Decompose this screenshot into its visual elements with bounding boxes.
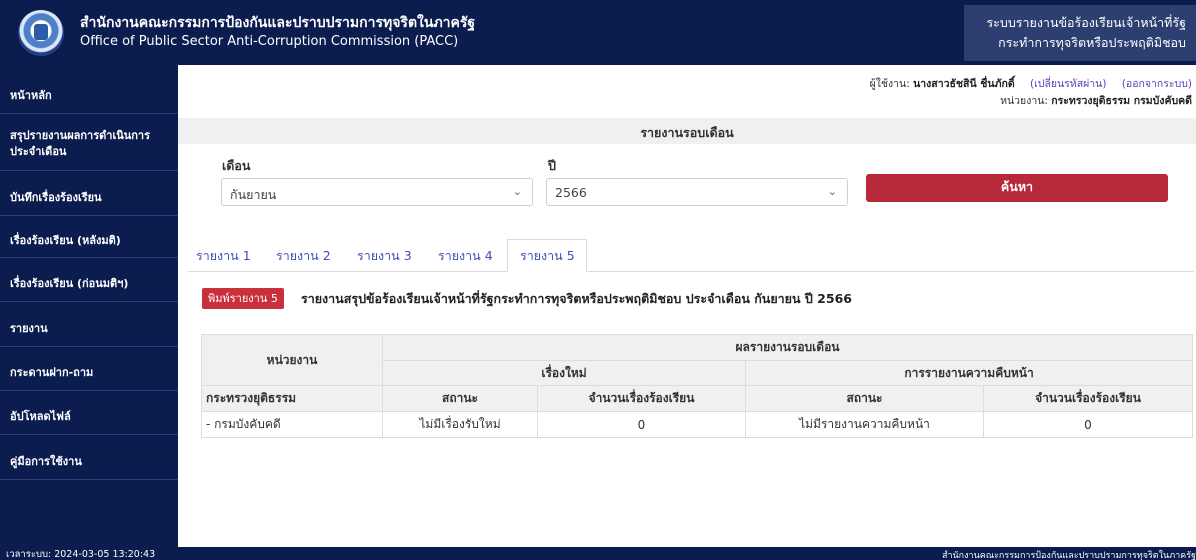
header-new-status: สถานะ [382, 385, 538, 412]
server-time: เวลาระบบ: 2024-03-05 13:20:43 [6, 549, 156, 560]
month-select[interactable]: กันยายน ⌄ [221, 178, 533, 206]
report-band-title: รายงานรอบเดือน [640, 125, 734, 140]
sidebar-divider [0, 257, 178, 258]
row-new-status: ไม่มีเรื่องรับใหม่ [382, 411, 538, 438]
footer-text: สำนักงานคณะกรรมการป้องกันและปราบปรามการท… [941, 551, 1196, 560]
search-button[interactable]: ค้นหา [866, 174, 1168, 202]
sidebar: หน้าหลัก สรุปรายงานผลการดำเนินการ ประจำเ… [0, 65, 178, 560]
sidebar-item-monthly-summary-line2[interactable]: ประจำเดือน [0, 144, 178, 159]
row-progress-count: 0 [983, 411, 1193, 438]
header-monthly-result: ผลรายงานรอบเดือน [382, 334, 1193, 361]
org-title-th: สำนักงานคณะกรรมการป้องกันและปราบปรามการท… [80, 15, 476, 31]
chevron-down-icon: ⌄ [827, 185, 837, 198]
user-info: ผู้ใช้งาน: นางสาวธัชสินี ชื่นภักดิ์ (เปล… [870, 75, 1192, 92]
header-unit: หน่วยงาน [201, 334, 383, 386]
agency-info: หน่วยงาน: กระทรวงยุติธรรม กรมบังคับคดี [1000, 92, 1192, 109]
user-name: นางสาวธัชสินี ชื่นภักดิ์ [913, 78, 1015, 90]
header-progress: การรายงานความคืบหน้า [745, 360, 1193, 386]
chevron-down-icon: ⌄ [512, 185, 522, 198]
tab-report-4[interactable]: รายงาน 4 [438, 246, 493, 266]
sidebar-divider [0, 301, 178, 302]
table-row: - กรมบังคับคดี ไม่มีเรื่องรับใหม่ 0 ไม่ม… [201, 411, 1193, 438]
report-table: หน่วยงาน ผลรายงานรอบเดือน เรื่องใหม่ การ… [201, 334, 1193, 438]
sidebar-item-upload[interactable]: อัปโหลดไฟล์ [0, 409, 178, 424]
sidebar-item-complaints-after[interactable]: เรื่องร้องเรียน (หลังมติ) [0, 233, 178, 248]
sidebar-item-record-complaint[interactable]: บันทึกเรื่องร้องเรียน [0, 190, 178, 205]
sidebar-item-reports[interactable]: รายงาน [0, 321, 178, 336]
sidebar-divider [0, 346, 178, 347]
tabs-border [188, 271, 1194, 272]
row-dept: - กรมบังคับคดี [201, 411, 383, 438]
system-name-line2: กระทำการทุจริตหรือประพฤติมิชอบ [998, 35, 1186, 50]
tab-report-1[interactable]: รายงาน 1 [196, 246, 251, 266]
row-new-count: 0 [537, 411, 746, 438]
system-name-line1: ระบบรายงานข้อร้องเรียนเจ้าหน้าที่รัฐ [986, 15, 1186, 30]
sidebar-item-manual[interactable]: คู่มือการใช้งาน [0, 454, 178, 469]
tab-report-2[interactable]: รายงาน 2 [276, 246, 331, 266]
header-progress-count: จำนวนเรื่องร้องเรียน [983, 385, 1193, 412]
row-progress-status: ไม่มีรายงานความคืบหน้า [745, 411, 984, 438]
sidebar-divider [0, 479, 178, 480]
footer-bar: สำนักงานคณะกรรมการป้องกันและปราบปรามการท… [178, 547, 1196, 560]
header-progress-status: สถานะ [745, 385, 984, 412]
sidebar-divider [0, 170, 178, 171]
sidebar-divider [0, 434, 178, 435]
header-new: เรื่องใหม่ [382, 360, 746, 386]
ministry-name: กระทรวงยุติธรรม [201, 385, 383, 412]
year-select[interactable]: 2566 ⌄ [546, 178, 848, 206]
sidebar-divider [0, 113, 178, 114]
sidebar-divider [0, 215, 178, 216]
top-header: สำนักงานคณะกรรมการป้องกันและปราบปรามการท… [0, 0, 1196, 65]
tab-report-3[interactable]: รายงาน 3 [357, 246, 412, 266]
sidebar-item-monthly-summary[interactable]: สรุปรายงานผลการดำเนินการ [0, 128, 178, 143]
agency-label: หน่วยงาน: [1000, 95, 1048, 107]
year-label: ปี [548, 158, 556, 173]
pacc-logo-icon [18, 10, 64, 56]
system-name-box: ระบบรายงานข้อร้องเรียนเจ้าหน้าที่รัฐ กระ… [964, 5, 1196, 61]
report-title: รายงานสรุปข้อร้องเรียนเจ้าหน้าที่รัฐกระท… [301, 291, 852, 306]
tab-report-5[interactable]: รายงาน 5 [520, 246, 575, 266]
month-select-value: กันยายน [230, 187, 277, 202]
logout-link[interactable]: (ออกจากระบบ) [1122, 78, 1192, 90]
sidebar-item-home[interactable]: หน้าหลัก [0, 88, 178, 103]
change-password-link[interactable]: (เปลี่ยนรหัสผ่าน) [1030, 78, 1106, 90]
print-report-button[interactable]: พิมพ์รายงาน 5 [202, 288, 284, 309]
user-label: ผู้ใช้งาน: [869, 78, 910, 90]
sidebar-item-qa-board[interactable]: กระดานฝาก-ถาม [0, 365, 178, 380]
header-new-count: จำนวนเรื่องร้องเรียน [537, 385, 746, 412]
report-band: รายงานรอบเดือน [178, 118, 1196, 144]
year-select-value: 2566 [555, 185, 587, 200]
agency-name: กระทรวงยุติธรรม กรมบังคับคดี [1051, 95, 1192, 107]
org-title-en: Office of Public Sector Anti-Corruption … [80, 34, 459, 49]
sidebar-divider [0, 390, 178, 391]
month-label: เดือน [222, 158, 251, 173]
sidebar-item-complaints-before[interactable]: เรื่องร้องเรียน (ก่อนมติฯ) [0, 276, 178, 291]
